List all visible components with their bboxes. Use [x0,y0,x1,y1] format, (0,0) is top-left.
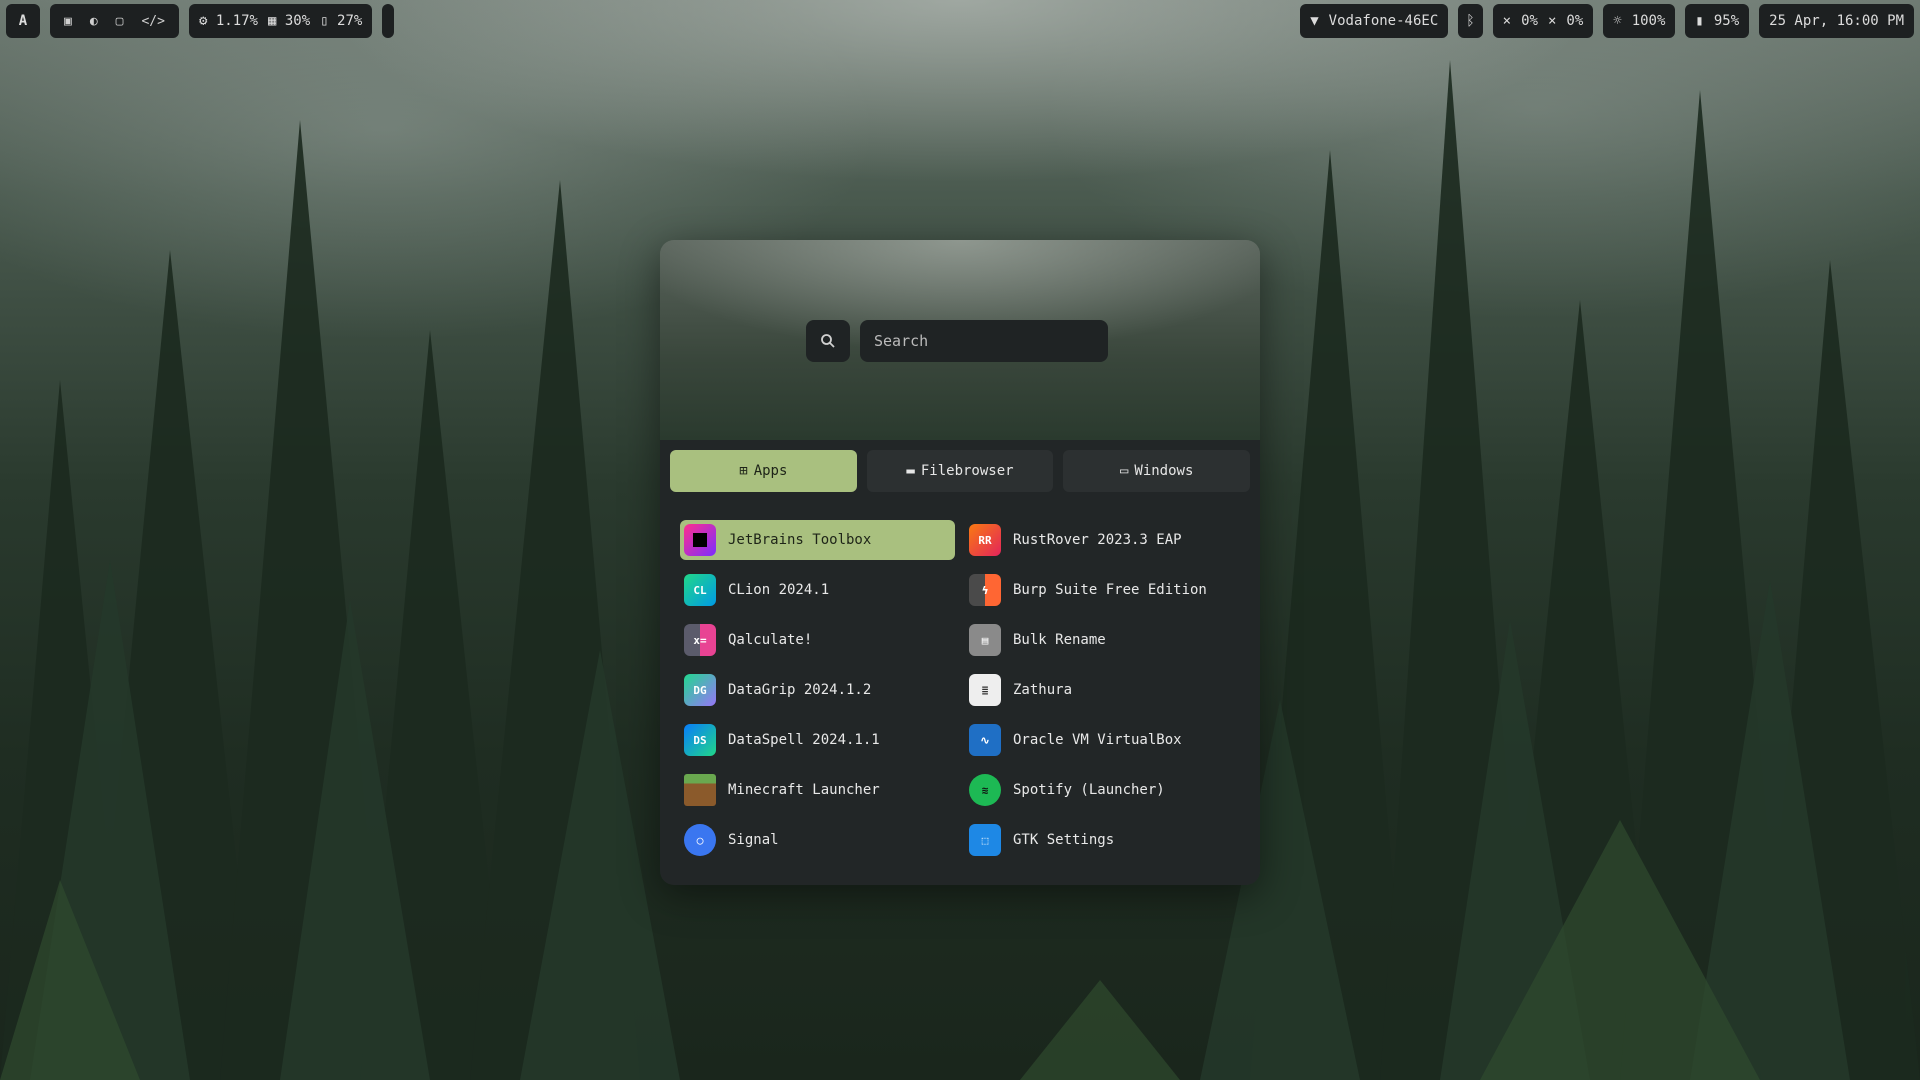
disk-icon: ▯ [320,13,329,29]
browser-icon[interactable]: ◐ [90,14,98,29]
app-item-clion[interactable]: CL CLion 2024.1 [680,570,955,610]
dataspell-icon: DS [684,724,716,756]
app-item-zathura[interactable]: ≣ Zathura [965,670,1240,710]
launcher-logo-button[interactable]: A [6,4,40,38]
files-icon[interactable]: ▢ [116,14,124,29]
tab-apps[interactable]: ⊞ Apps [670,450,857,492]
search-input[interactable] [860,320,1108,362]
app-item-bulk-rename[interactable]: ▤ Bulk Rename [965,620,1240,660]
app-item-dataspell[interactable]: DS DataSpell 2024.1.1 [680,720,955,760]
terminal-icon[interactable]: ▣ [64,14,72,29]
memory-icon: ▦ [268,13,277,29]
disk-stat: ▯ 27% [320,13,363,29]
app-grid: JetBrains Toolbox RR RustRover 2023.3 EA… [680,520,1250,860]
launcher-header [660,240,1260,440]
app-launcher: ⊞ Apps ▬ Filebrowser ▭ Windows JetBrains… [660,240,1260,885]
app-item-virtualbox[interactable]: ∿ Oracle VM VirtualBox [965,720,1240,760]
volume-muted-icon: ⨯ [1502,13,1512,29]
gtk-settings-icon: ⬚ [969,824,1001,856]
bluetooth-indicator[interactable]: ᛒ [1458,4,1483,38]
search-icon [821,334,835,348]
cpu-stat: ⚙ 1.17% [198,13,258,29]
qalculate-icon: x= [684,624,716,656]
signal-icon: ◯ [684,824,716,856]
search-button[interactable] [806,320,850,362]
app-item-burp-suite[interactable]: ϟ Burp Suite Free Edition [965,570,1240,610]
app-item-gtk-settings[interactable]: ⬚ GTK Settings [965,820,1240,860]
app-item-signal[interactable]: ◯ Signal [680,820,955,860]
app-item-spotify[interactable]: ≋ Spotify (Launcher) [965,770,1240,810]
app-item-rustrover[interactable]: RR RustRover 2023.3 EAP [965,520,1240,560]
jetbrains-toolbox-icon [684,524,716,556]
wifi-indicator[interactable]: ▼ Vodafone-46EC [1300,4,1449,38]
rustrover-icon: RR [969,524,1001,556]
cpu-icon: ⚙ [198,13,208,29]
zathura-icon: ≣ [969,674,1001,706]
system-stats: ⚙ 1.17% ▦ 30% ▯ 27% [188,4,373,38]
battery-icon: ▮ [1695,13,1704,29]
battery-indicator[interactable]: ▮ 95% [1685,4,1750,38]
tab-windows[interactable]: ▭ Windows [1063,450,1251,492]
mic-muted-icon: ⨯ [1547,13,1557,29]
datagrip-icon: DG [684,674,716,706]
bluetooth-icon: ᛒ [1466,13,1475,29]
brightness-icon: ☼ [1613,13,1622,29]
tray-spacer [382,4,395,38]
window-icon: ▭ [1119,463,1129,479]
burp-suite-icon: ϟ [969,574,1001,606]
app-item-jetbrains-toolbox[interactable]: JetBrains Toolbox [680,520,955,560]
virtualbox-icon: ∿ [969,724,1001,756]
logo-icon: A [18,13,28,29]
brightness-indicator[interactable]: ☼ 100% [1603,4,1676,38]
workspace-switcher: ▣ ◐ ▢ </> [50,4,179,38]
launcher-panel: ⊞ Apps ▬ Filebrowser ▭ Windows JetBrains… [660,440,1260,885]
minecraft-icon [684,774,716,806]
clock[interactable]: 25 Apr, 16:00 PM [1759,4,1914,38]
memory-stat: ▦ 30% [268,13,311,29]
spotify-icon: ≋ [969,774,1001,806]
code-icon[interactable]: </> [141,14,164,29]
app-item-qalculate[interactable]: x= Qalculate! [680,620,955,660]
search-bar [806,320,1108,362]
app-item-datagrip[interactable]: DG DataGrip 2024.1.2 [680,670,955,710]
launcher-tabs: ⊞ Apps ▬ Filebrowser ▭ Windows [660,440,1260,492]
tab-filebrowser[interactable]: ▬ Filebrowser [866,450,1054,492]
folder-icon: ▬ [906,463,915,479]
grid-icon: ⊞ [739,463,748,479]
clion-icon: CL [684,574,716,606]
audio-indicators[interactable]: ⨯ 0% ⨯ 0% [1492,4,1594,38]
bulk-rename-icon: ▤ [969,624,1001,656]
app-item-minecraft-launcher[interactable]: Minecraft Launcher [680,770,955,810]
wifi-icon: ▼ [1310,13,1319,29]
